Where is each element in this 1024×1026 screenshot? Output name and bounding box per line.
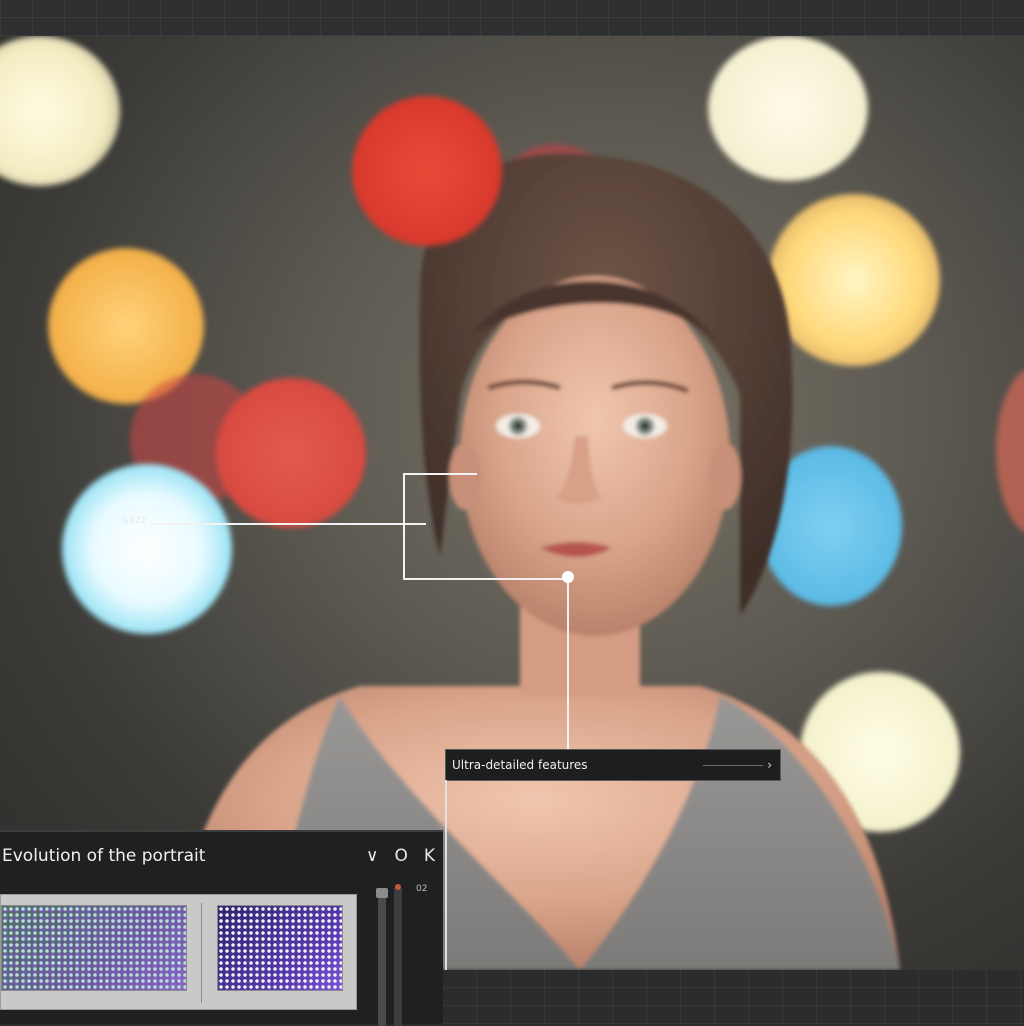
- annotation-marker-label: GAZE: [122, 516, 149, 525]
- panel-side-controls: 02: [366, 880, 443, 1026]
- feature-callout[interactable]: Ultra-detailed features ›: [445, 749, 781, 781]
- bokeh-light: [352, 96, 502, 246]
- panel-title: Evolution of the portrait: [2, 846, 206, 866]
- feature-callout-label: Ultra-detailed features: [452, 758, 588, 772]
- top-toolbar-strip: [0, 0, 1024, 37]
- slider-handle[interactable]: [376, 888, 388, 898]
- annotation-anchor-point[interactable]: [562, 571, 574, 583]
- annotation-leader-line: [403, 578, 567, 580]
- thumbnail-divider: [201, 903, 202, 1003]
- thumbnail-later-stage[interactable]: [217, 905, 343, 991]
- annotation-leader-line: [150, 523, 426, 525]
- annotation-leader-line: [567, 578, 569, 750]
- annotation-leader-line: [403, 473, 405, 580]
- panel-controls: ∨ O K: [366, 846, 435, 866]
- stage-number: 02: [416, 884, 428, 894]
- record-indicator-icon: [395, 884, 401, 890]
- chevron-right-icon[interactable]: ›: [767, 758, 772, 772]
- layer-track[interactable]: [394, 888, 402, 1026]
- panel-header: Evolution of the portrait ∨ O K: [0, 832, 443, 880]
- vertical-slider[interactable]: [378, 890, 386, 1026]
- close-icon[interactable]: K: [424, 846, 435, 866]
- chevron-down-icon[interactable]: ∨: [366, 846, 378, 866]
- circle-icon[interactable]: O: [394, 846, 407, 866]
- thumbnail-early-stage[interactable]: [1, 905, 187, 991]
- evolution-panel: Evolution of the portrait ∨ O K 02: [0, 830, 443, 1026]
- callout-divider: [703, 764, 764, 766]
- annotation-leader-line: [403, 473, 477, 475]
- thumbnail-strip: [0, 894, 357, 1010]
- callout-frame-edge: [445, 780, 447, 970]
